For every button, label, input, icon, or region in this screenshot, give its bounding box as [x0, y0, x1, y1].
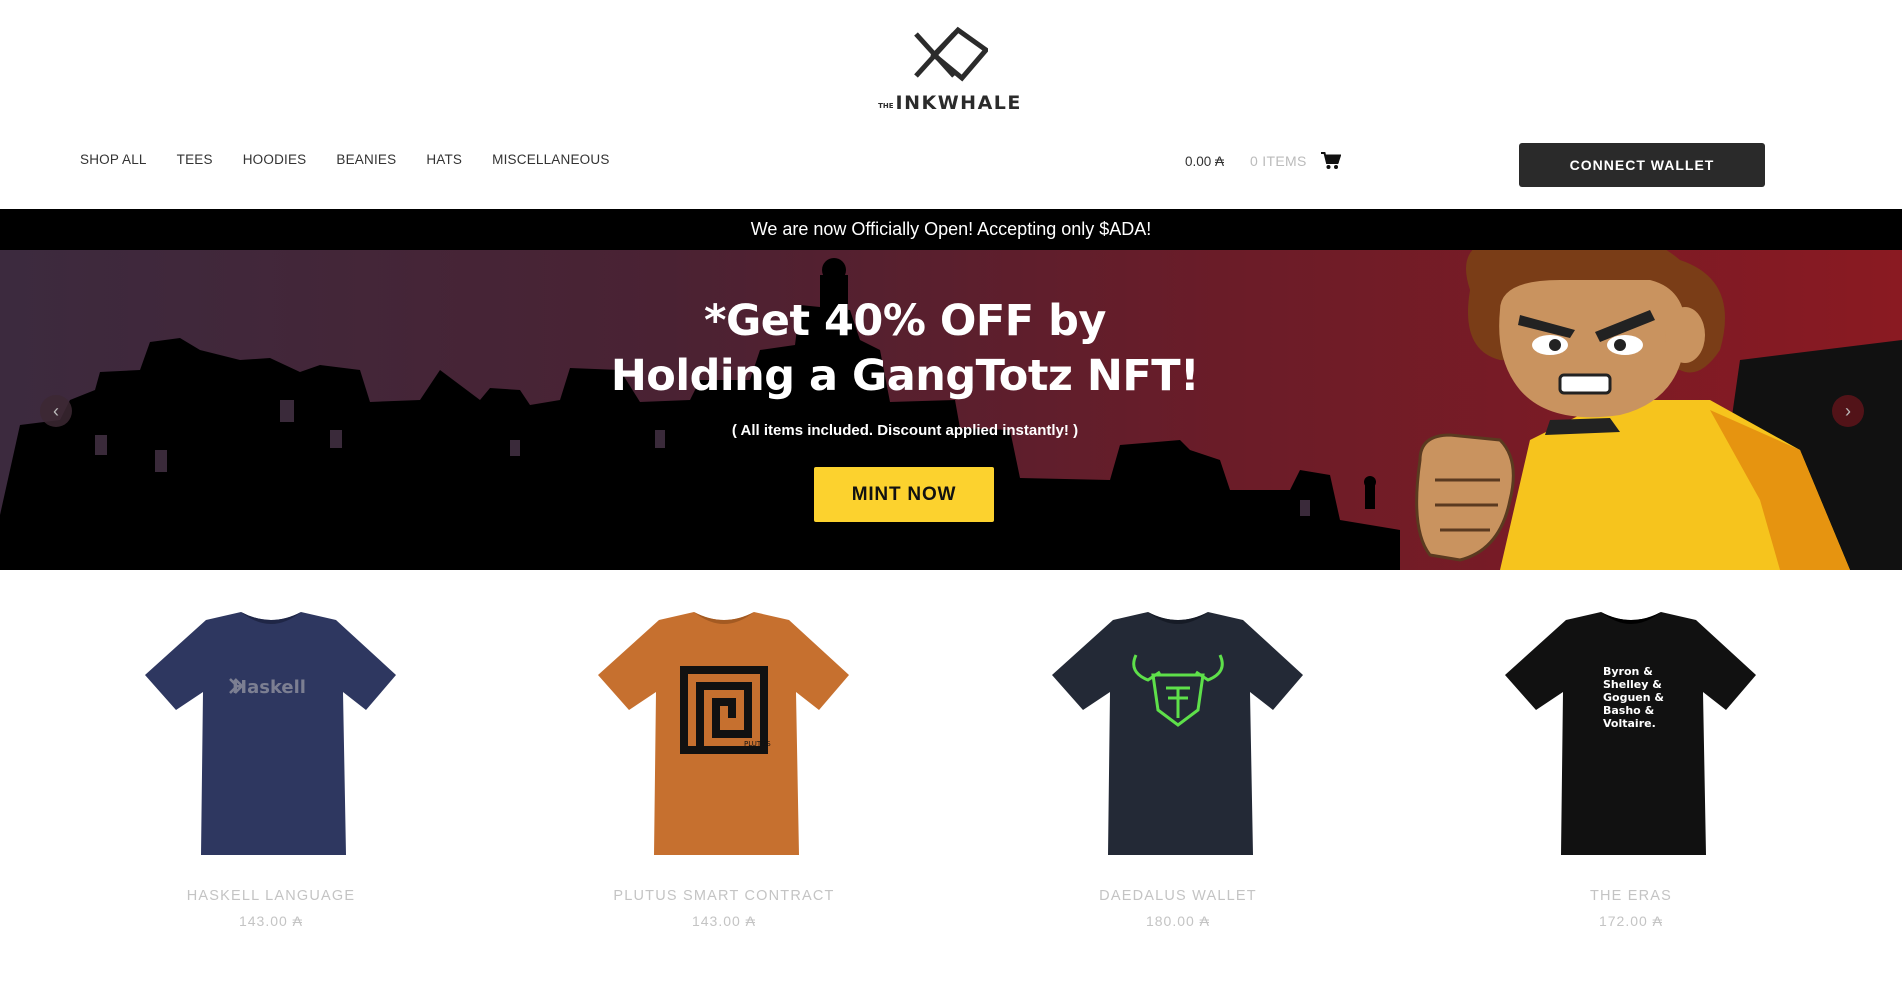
product-card[interactable]: DAEDALUS WALLET 180.00 ₳ [1028, 600, 1328, 929]
haskell-print: Haskell [232, 677, 306, 698]
product-image[interactable]: Byron & Shelley & Goguen & Basho & Volta… [1481, 600, 1781, 870]
main-nav: SHOP ALL TEES HOODIES BEANIES HATS MISCE… [80, 152, 610, 167]
tshirt-eras-image: Byron & Shelley & Goguen & Basho & Volta… [1505, 612, 1756, 855]
product-image[interactable] [1028, 600, 1328, 870]
announcement-bar: We are now Officially Open! Accepting on… [0, 209, 1902, 250]
connect-wallet-button[interactable]: CONNECT WALLET [1519, 143, 1765, 187]
product-card[interactable]: Haskell HASKELL LANGUAGE 143.00 ₳ [121, 600, 421, 929]
product-name[interactable]: HASKELL LANGUAGE [121, 888, 421, 904]
product-name[interactable]: PLUTUS SMART CONTRACT [574, 888, 874, 904]
shopping-cart-icon[interactable] [1320, 152, 1341, 170]
tshirt-daedalus-image [1052, 612, 1303, 855]
plutus-print: PLUTUS [744, 740, 771, 748]
product-name[interactable]: THE ERAS [1481, 888, 1781, 904]
nav-hoodies[interactable]: HOODIES [243, 152, 307, 167]
product-image[interactable]: Haskell [121, 600, 421, 870]
hero-subtitle: ( All items included. Discount applied i… [731, 422, 1079, 439]
brand-wordmark: THE INKWHALE [878, 92, 1022, 114]
product-card[interactable]: Byron & Shelley & Goguen & Basho & Volta… [1481, 600, 1781, 929]
carousel-prev-arrow-icon[interactable]: ‹ [40, 395, 72, 427]
eras-print-line: Byron & [1603, 665, 1653, 678]
eras-print-line: Basho & [1603, 704, 1655, 717]
hero-headline-line1: *Get 40% OFF by [704, 296, 1106, 346]
hero-headline-line2: Holding a GangTotz NFT! [610, 351, 1200, 401]
eras-print-line: Shelley & [1603, 678, 1662, 691]
cart-total: 0.00 ₳ [1185, 153, 1225, 169]
product-image[interactable]: PLUTUS [574, 600, 874, 870]
nav-beanies[interactable]: BEANIES [336, 152, 396, 167]
mint-now-button[interactable]: MINT NOW [814, 467, 994, 522]
hero-banner: *Get 40% OFF by Holding a GangTotz NFT! … [0, 250, 1902, 570]
product-price: 143.00 ₳ [238, 913, 304, 929]
nav-shop-all[interactable]: SHOP ALL [80, 152, 147, 167]
tshirt-haskell-image: Haskell [145, 612, 396, 855]
site-logo[interactable]: THE INKWHALE [872, 26, 1028, 116]
product-price: 180.00 ₳ [1145, 913, 1211, 929]
product-name[interactable]: DAEDALUS WALLET [1028, 888, 1328, 904]
gangtotz-character-illustration [1415, 250, 1902, 570]
product-price: 143.00 ₳ [691, 913, 757, 929]
cart-summary[interactable]: 0.00 ₳ 0 ITEMS [1185, 152, 1341, 170]
product-card[interactable]: PLUTUS PLUTUS SMART CONTRACT 143.00 ₳ [574, 600, 874, 929]
product-price: 172.00 ₳ [1598, 913, 1664, 929]
hero-headline: *Get 40% OFF by Holding a GangTotz NFT! [560, 294, 1250, 404]
nav-tees[interactable]: TEES [177, 152, 213, 167]
eras-print-line: Goguen & [1603, 691, 1664, 704]
nav-miscellaneous[interactable]: MISCELLANEOUS [492, 152, 609, 167]
eras-print-line: Voltaire. [1603, 717, 1656, 730]
site-header: THE INKWHALE SHOP ALL TEES HOODIES BEANIE… [0, 0, 1902, 209]
tshirt-plutus-image: PLUTUS [598, 612, 849, 855]
whale-logo-icon [914, 26, 988, 82]
carousel-next-arrow-icon[interactable]: › [1832, 395, 1864, 427]
nav-hats[interactable]: HATS [426, 152, 462, 167]
cart-item-count: 0 ITEMS [1250, 153, 1307, 169]
